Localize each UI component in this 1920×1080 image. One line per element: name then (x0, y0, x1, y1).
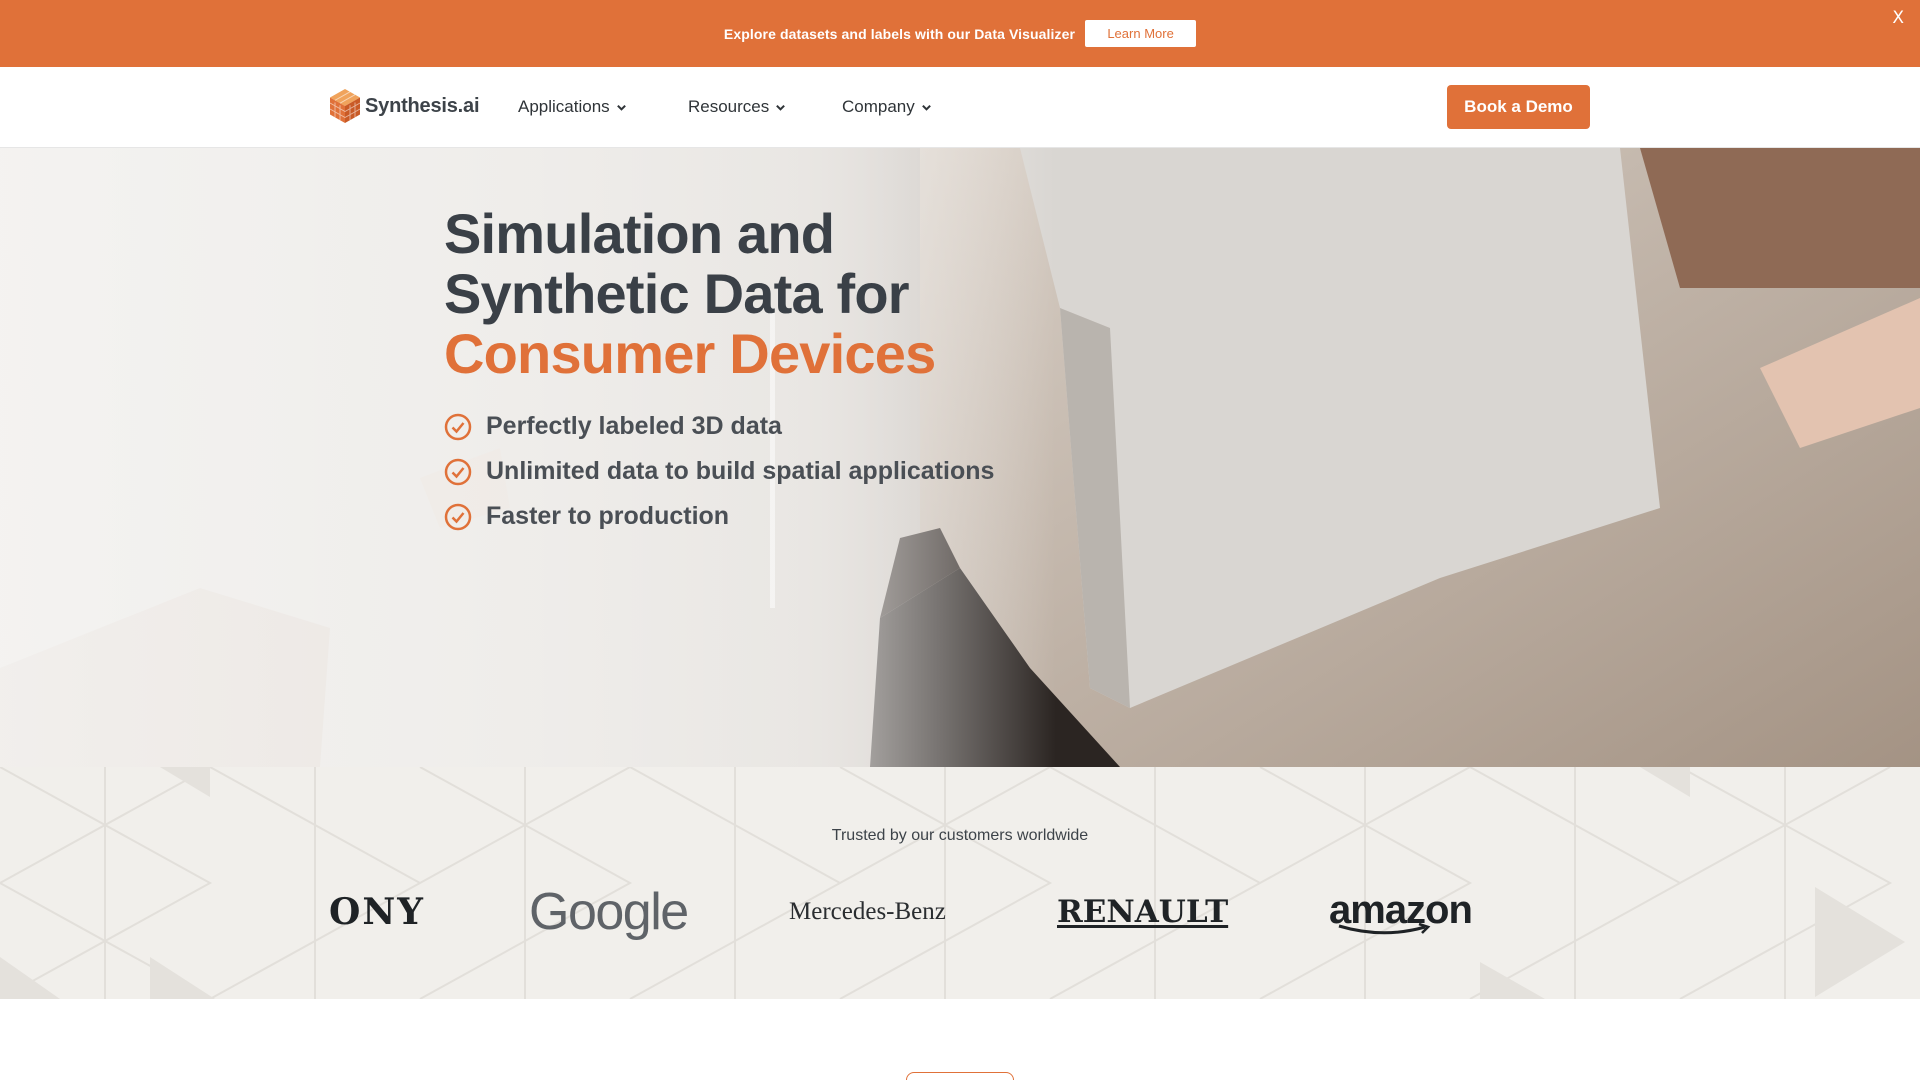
book-demo-button[interactable]: Book a Demo (1447, 85, 1590, 129)
hero-bullet-text: Perfectly labeled 3D data (486, 412, 782, 440)
hero-bullet-text: Faster to production (486, 502, 730, 530)
hero-bullet: Faster to production (444, 494, 994, 539)
amazon-smile-icon (1338, 922, 1431, 934)
logo-text: Synthesis.ai (365, 94, 480, 117)
hero-bullet-text: Unlimited data to build spatial applicat… (486, 457, 995, 485)
logo-link[interactable]: Synthesis.ai (329, 88, 480, 124)
hero-bullet: Perfectly labeled 3D data (444, 404, 994, 449)
next-section (0, 999, 1920, 1080)
announcement-text: Explore datasets and labels with our Dat… (723, 25, 1076, 42)
hero-section: Simulation and Synthetic Data for Consum… (0, 148, 1920, 767)
chevron-down-icon (776, 104, 786, 111)
mercedes-benz-logo: Mercedes-Benz (789, 898, 946, 925)
hero-title-line-2: Synthetic Data for (444, 262, 910, 325)
cube-logo-icon (329, 89, 361, 123)
chevron-down-icon (616, 104, 626, 111)
main-nav: Synthesis.ai Applications Resources Comp… (0, 67, 1920, 148)
section-tag-pill (906, 1072, 1014, 1080)
nav-applications-label: Applications (518, 97, 610, 116)
check-circle-icon (444, 458, 472, 485)
customers-title: Trusted by our customers worldwide (831, 827, 1089, 844)
hero-bullet-list: Perfectly labeled 3D data Unlimited data… (444, 404, 994, 539)
amazon-logo: amazon (1329, 877, 1473, 947)
chevron-down-icon (921, 104, 931, 111)
customers-section: Trusted by our customers worldwide ONY G… (0, 767, 1920, 999)
hero-title-line-1: Simulation and (444, 202, 835, 265)
renault-logo: RENAULT (1057, 894, 1229, 930)
nav-company[interactable]: Company (842, 97, 932, 117)
nav-resources-label: Resources (688, 97, 770, 116)
nav-applications[interactable]: Applications (518, 97, 627, 117)
google-logo: Google (529, 883, 689, 941)
announcement-bar: Explore datasets and labels with our Dat… (0, 0, 1920, 67)
check-circle-icon (444, 413, 472, 440)
hero-bullet: Unlimited data to build spatial applicat… (444, 449, 994, 494)
nav-company-label: Company (842, 97, 915, 116)
close-announcement-button[interactable]: X (1892, 8, 1904, 28)
nav-resources[interactable]: Resources (688, 97, 786, 117)
hero-title: Simulation and Synthetic Data for Consum… (444, 202, 936, 385)
learn-more-button[interactable]: Learn More (1085, 20, 1197, 47)
customer-logo-strip: ONY Google Mercedes-Benz RENAULT amazon (329, 877, 1591, 947)
hero-title-accent: Consumer Devices (444, 322, 936, 385)
check-circle-icon (444, 503, 472, 530)
sony-logo: ONY (329, 891, 425, 933)
